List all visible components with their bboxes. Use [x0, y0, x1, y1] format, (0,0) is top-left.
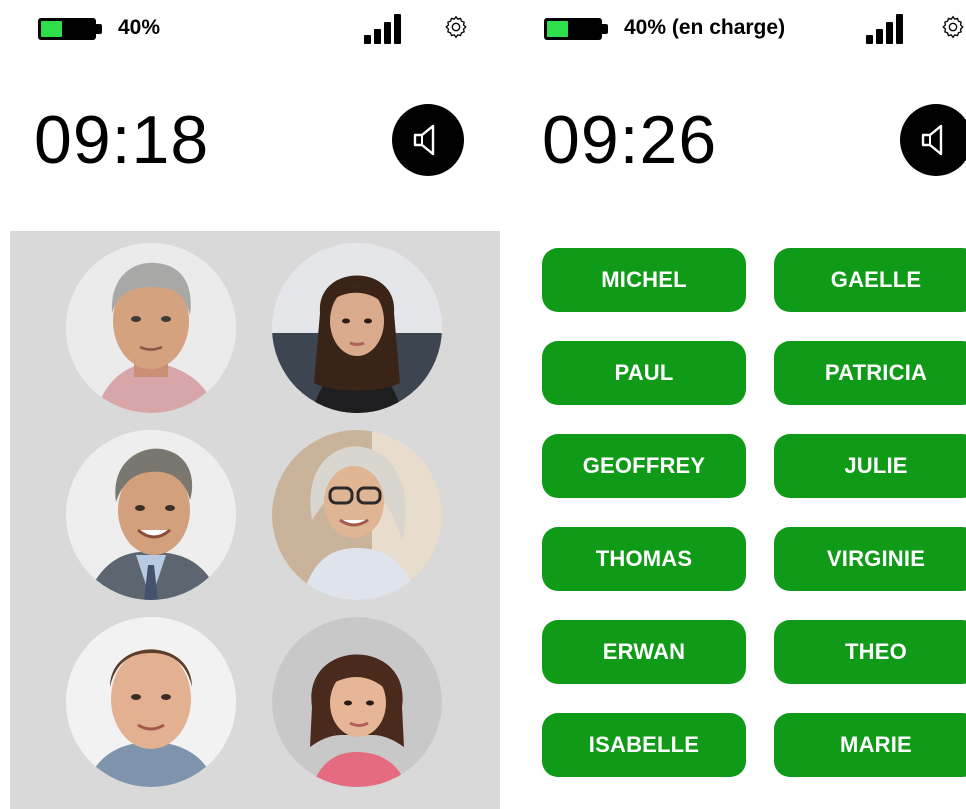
phone-screen-names: 40% (en charge) 09:26 MICHEL GAELLE PAUL…	[520, 0, 966, 809]
gear-icon[interactable]	[443, 14, 469, 40]
contact-button-theo[interactable]: THEO	[774, 620, 966, 684]
gear-icon[interactable]	[940, 14, 966, 40]
contact-button-julie[interactable]: JULIE	[774, 434, 966, 498]
contact-button-virginie[interactable]: VIRGINIE	[774, 527, 966, 591]
battery-icon	[38, 18, 102, 40]
speaker-button[interactable]	[900, 104, 966, 176]
contact-photo-young-man[interactable]	[66, 617, 236, 787]
battery-percentage: 40%	[118, 16, 161, 39]
signal-icon	[866, 14, 906, 44]
contact-button-gaelle[interactable]: GAELLE	[774, 248, 966, 312]
contact-photo-woman-bob-hair[interactable]	[272, 617, 442, 787]
contact-photo-grid	[10, 231, 500, 809]
contact-button-patricia[interactable]: PATRICIA	[774, 341, 966, 405]
contact-button-michel[interactable]: MICHEL	[542, 248, 746, 312]
contact-button-paul[interactable]: PAUL	[542, 341, 746, 405]
speaker-icon	[413, 124, 435, 156]
signal-icon	[364, 14, 404, 44]
contact-button-erwan[interactable]: ERWAN	[542, 620, 746, 684]
contact-button-thomas[interactable]: THOMAS	[542, 527, 746, 591]
status-bar: 40% (en charge)	[520, 8, 966, 44]
phone-screen-photos: 40% 09:18	[0, 0, 510, 809]
contact-photo-man-smiling-suit[interactable]	[66, 430, 236, 600]
battery-percentage: 40% (en charge)	[624, 16, 786, 39]
clock: 09:26	[542, 102, 718, 178]
clock: 09:18	[34, 102, 210, 178]
battery-charging-icon	[544, 18, 608, 40]
contact-photo-woman-glasses[interactable]	[272, 430, 442, 600]
contact-photo-woman-dark-hair[interactable]	[272, 243, 442, 413]
contact-button-geoffrey[interactable]: GEOFFREY	[542, 434, 746, 498]
speaker-icon	[921, 124, 943, 156]
contact-photo-man-grey-hair[interactable]	[66, 243, 236, 413]
contact-button-marie[interactable]: MARIE	[774, 713, 966, 777]
status-bar: 40%	[0, 8, 510, 44]
speaker-button[interactable]	[392, 104, 464, 176]
contact-button-isabelle[interactable]: ISABELLE	[542, 713, 746, 777]
